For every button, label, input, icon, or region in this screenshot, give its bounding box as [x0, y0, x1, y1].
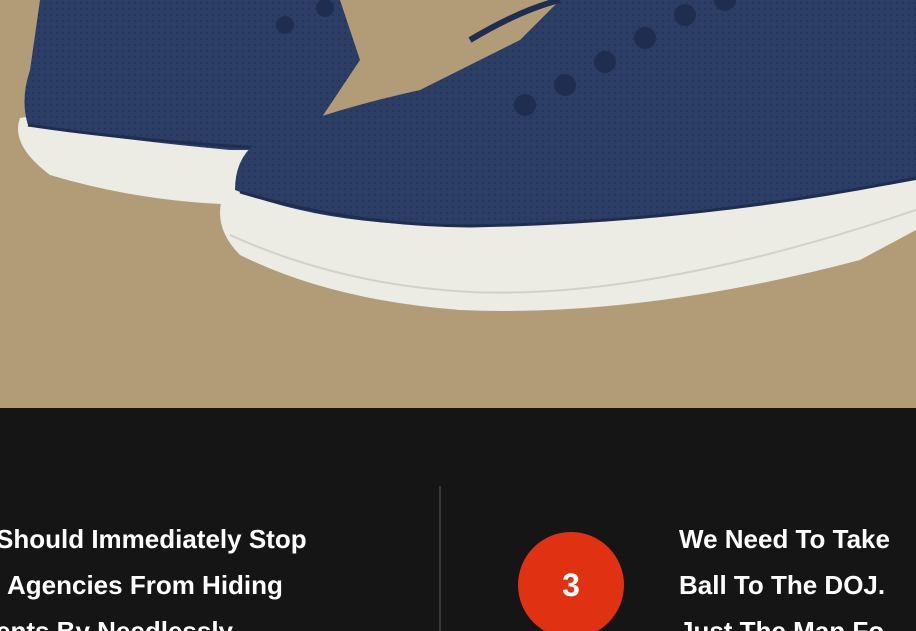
page: Should Immediately Stop Agencies From Hi…: [0, 0, 916, 631]
sneakers-illustration: [0, 0, 916, 408]
column-divider: [439, 486, 441, 631]
headline-line: We Need To Take: [679, 524, 890, 554]
headline-line: ents By Needlessly: [0, 616, 234, 631]
headline-line: Just The Man Fo: [679, 616, 885, 631]
trending-item-headline[interactable]: Should Immediately Stop Agencies From Hi…: [0, 516, 307, 631]
trending-item-headline[interactable]: We Need To Take Ball To The DOJ. Just Th…: [679, 516, 890, 631]
rank-badge: 3: [518, 532, 624, 631]
hero-product-image[interactable]: [0, 0, 916, 408]
trending-strip: Should Immediately Stop Agencies From Hi…: [0, 408, 916, 631]
headline-line: Ball To The DOJ.: [679, 570, 886, 600]
headline-line: Should Immediately Stop: [0, 524, 307, 554]
headline-line: Agencies From Hiding: [7, 570, 283, 600]
